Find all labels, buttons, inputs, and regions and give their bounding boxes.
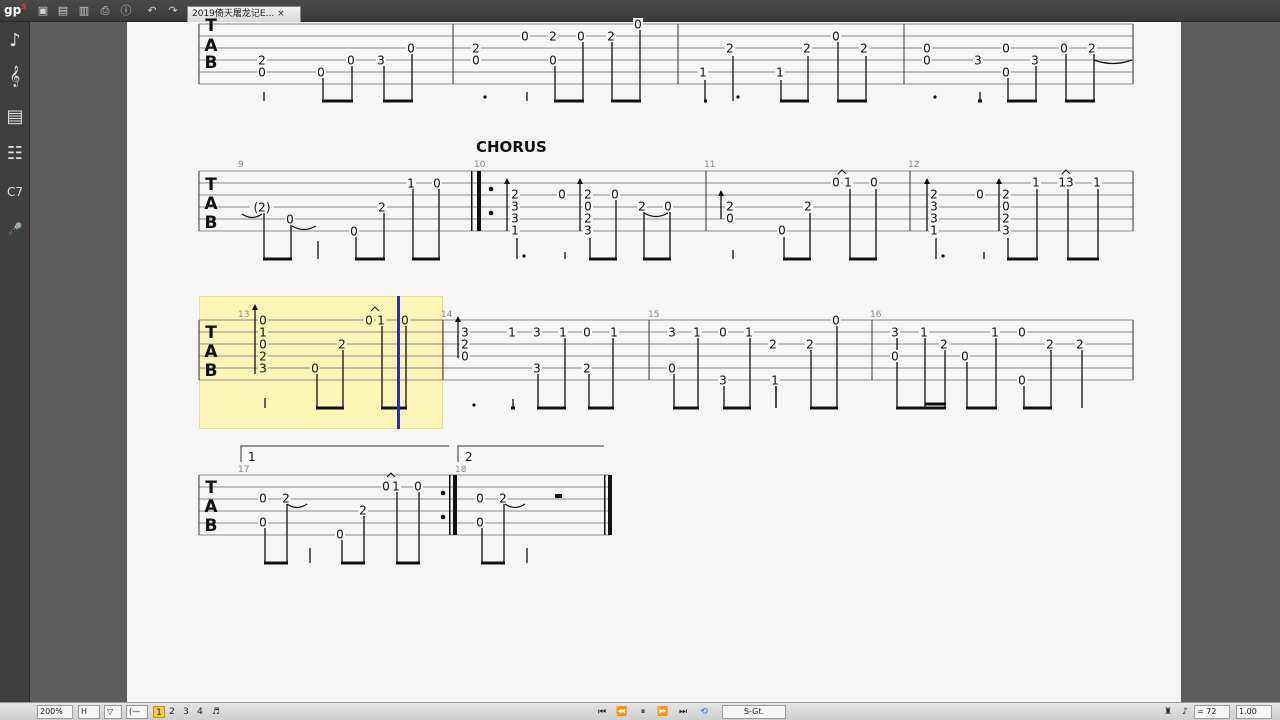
voice-3-button[interactable]: 3 — [180, 706, 192, 718]
count-in-icon[interactable]: ♪ — [1177, 706, 1193, 718]
go-to-end-icon[interactable]: ⏭ — [675, 706, 691, 718]
save-icon[interactable]: ▥ — [77, 4, 91, 18]
layout-select[interactable]: H — [78, 705, 100, 719]
new-file-icon[interactable]: ▣ — [36, 4, 50, 18]
chord-icon[interactable]: C7 — [3, 177, 27, 207]
note-icon[interactable]: ♪ — [3, 26, 27, 56]
metronome-icon[interactable]: ♜ — [1160, 706, 1176, 718]
voice-4-button[interactable]: 4 — [194, 706, 206, 718]
open-file-icon[interactable]: ▤ — [56, 4, 70, 18]
amp-icon[interactable]: ▤ — [3, 102, 27, 132]
info-icon[interactable]: ⓘ — [119, 4, 133, 18]
pause-icon[interactable]: ⏸ — [635, 706, 651, 718]
document-tab-title: 2019倚天屠龙记E... — [192, 9, 275, 19]
close-tab-icon[interactable]: × — [277, 9, 285, 19]
print-icon[interactable]: ⎙ — [98, 4, 112, 18]
left-panel: ♪ 𝄞 ▤ ☷ C7 🎤 — [0, 22, 30, 702]
loop-icon[interactable]: ⟲ — [696, 706, 712, 718]
view-select[interactable]: ▽ — [104, 705, 122, 719]
zoom-select[interactable]: 200% — [37, 705, 73, 719]
app-logo: gp5 — [4, 3, 27, 17]
toolbar: gp5 ▣ ▤ ▥ ⎙ ⓘ ↶ ↷ 2019倚天屠龙记E... × — [0, 0, 1280, 22]
fast-forward-icon[interactable]: ⏩ — [655, 706, 671, 718]
voice-edit-icon[interactable]: ♬ — [208, 706, 224, 718]
undo-icon[interactable]: ↶ — [145, 4, 159, 18]
redo-icon[interactable]: ↷ — [166, 4, 180, 18]
voice-2-button[interactable]: 2 — [166, 706, 178, 718]
document-tab[interactable]: 2019倚天屠龙记E... × — [187, 6, 301, 22]
multitrack-toggle[interactable]: (— — [126, 705, 148, 719]
tempo-field[interactable]: = 72 — [1194, 705, 1230, 719]
microphone-icon[interactable]: 🎤 — [3, 214, 27, 244]
voice-1-button[interactable]: 1 — [153, 706, 165, 718]
go-to-start-icon[interactable]: ⏮ — [594, 706, 610, 718]
speed-field[interactable]: 1.00 — [1236, 705, 1272, 719]
mixer-icon[interactable]: ☷ — [3, 139, 27, 169]
bar-selection — [199, 296, 443, 429]
track-select[interactable]: S-Gt. — [722, 705, 786, 719]
status-bar: 200% H ▽ (— 1 2 3 4 ♬ ⏮ ⏪ ⏸ ⏩ ⏭ ⟲ S-Gt. … — [0, 702, 1280, 720]
rewind-icon[interactable]: ⏪ — [614, 706, 630, 718]
guitar-icon[interactable]: 𝄞 — [3, 62, 27, 92]
